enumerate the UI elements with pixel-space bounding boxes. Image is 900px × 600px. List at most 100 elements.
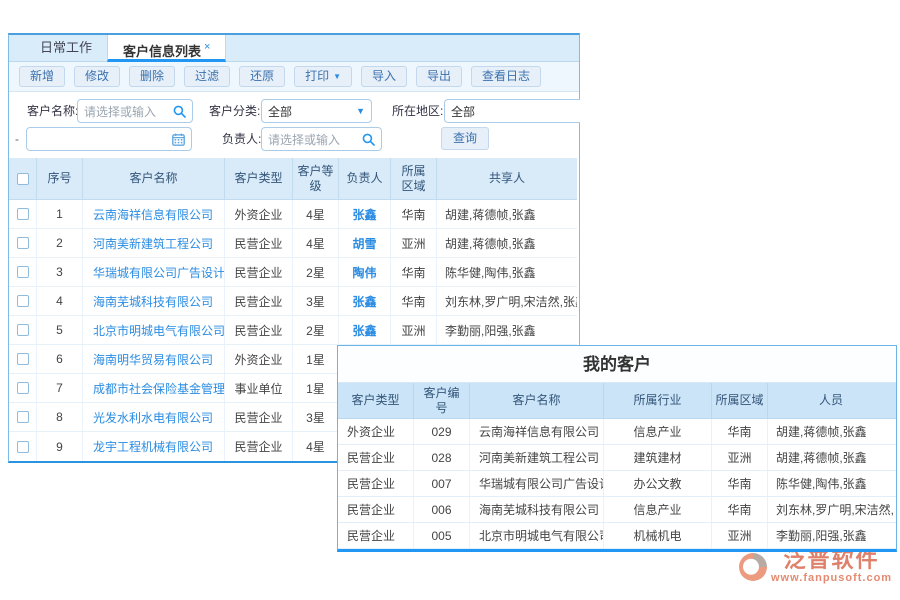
logo-url: www.fanpusoft.com xyxy=(771,572,892,585)
panel-header-region: 所属区域 xyxy=(712,383,768,418)
print-button[interactable]: 打印▼ xyxy=(294,66,352,87)
row-checkbox[interactable] xyxy=(17,295,29,307)
manager-link[interactable]: 张鑫 xyxy=(339,287,391,315)
manager-input[interactable]: 请选择或输入 xyxy=(261,127,382,151)
table-row: 4海南芜城科技有限公司民营企业3星张鑫华南刘东林,罗广明,宋洁然,张鑫 xyxy=(9,287,577,316)
region: 亚洲 xyxy=(391,316,437,344)
row-seq: 9 xyxy=(37,432,83,461)
add-button[interactable]: 新增 xyxy=(19,66,65,87)
row-seq: 6 xyxy=(37,345,83,373)
fanpu-logo-icon xyxy=(737,551,769,588)
panel-staff: 胡建,蒋德帧,张鑫 xyxy=(768,445,894,470)
row-checkbox[interactable] xyxy=(17,324,29,336)
select-all-checkbox[interactable] xyxy=(17,173,29,185)
date-range-separator: - xyxy=(15,127,19,151)
search-icon[interactable] xyxy=(362,133,375,146)
panel-customer-name-link[interactable]: 河南美新建筑工程公司 xyxy=(470,445,604,470)
panel-region: 华南 xyxy=(712,471,768,496)
customer-type: 民营企业 xyxy=(225,403,293,431)
customer-name-link[interactable]: 光发水利水电有限公司 xyxy=(83,403,225,431)
customer-name-link[interactable]: 河南美新建筑工程公司 xyxy=(83,229,225,257)
customer-type: 民营企业 xyxy=(225,258,293,286)
panel-customer-name-link[interactable]: 海南芜城科技有限公司 xyxy=(470,497,604,522)
region-label: 所在地区: xyxy=(392,99,443,123)
edit-button[interactable]: 修改 xyxy=(74,66,120,87)
manager-link[interactable]: 张鑫 xyxy=(339,200,391,228)
panel-customer-name-link[interactable]: 华瑞城有限公司广告设计部 xyxy=(470,471,604,496)
customer-name-input[interactable]: 请选择或输入 xyxy=(77,99,193,123)
panel-customer-code-link[interactable]: 028 xyxy=(414,445,470,470)
customer-name-link[interactable]: 云南海祥信息有限公司 xyxy=(83,200,225,228)
region: 华南 xyxy=(391,200,437,228)
row-checkbox-cell xyxy=(9,403,37,431)
panel-customer-code-link[interactable]: 029 xyxy=(414,419,470,444)
customer-grade: 4星 xyxy=(293,432,339,461)
chevron-down-icon: ▼ xyxy=(333,72,341,81)
panel-customer-code-link[interactable]: 007 xyxy=(414,471,470,496)
customer-table-header: 序号 客户名称 客户类型 客户等级 负责人 所属区域 共享人 xyxy=(9,158,577,200)
customer-name-link[interactable]: 龙宇工程机械有限公司 xyxy=(83,432,225,461)
shared-persons: 刘东林,罗广明,宋洁然,张鑫 xyxy=(437,287,577,315)
panel-customer-name-link[interactable]: 北京市明城电气有限公司 xyxy=(470,523,604,548)
panel-row: 民营企业028河南美新建筑工程公司建筑建材亚洲胡建,蒋德帧,张鑫 xyxy=(338,445,896,471)
select-all-checkbox-cell xyxy=(9,158,37,199)
row-checkbox-cell xyxy=(9,287,37,315)
region: 亚洲 xyxy=(391,229,437,257)
export-button[interactable]: 导出 xyxy=(416,66,462,87)
customer-type: 民营企业 xyxy=(225,316,293,344)
customer-name-link[interactable]: 海南芜城科技有限公司 xyxy=(83,287,225,315)
panel-row: 民营企业007华瑞城有限公司广告设计部办公文教华南陈华健,陶伟,张鑫 xyxy=(338,471,896,497)
row-checkbox[interactable] xyxy=(17,353,29,365)
customer-type: 外资企业 xyxy=(225,200,293,228)
tab-customer-info-list[interactable]: 客户信息列表× xyxy=(107,35,226,62)
row-seq: 7 xyxy=(37,374,83,402)
category-value: 全部 xyxy=(268,103,356,120)
tab-close-icon[interactable]: × xyxy=(204,41,210,53)
row-checkbox[interactable] xyxy=(17,208,29,220)
customer-grade: 4星 xyxy=(293,200,339,228)
panel-customer-code-link[interactable]: 005 xyxy=(414,523,470,548)
header-region: 所属区域 xyxy=(391,158,437,199)
date-input[interactable] xyxy=(26,127,192,151)
view-log-button[interactable]: 查看日志 xyxy=(471,66,541,87)
search-icon[interactable] xyxy=(173,105,186,118)
delete-button[interactable]: 删除 xyxy=(129,66,175,87)
panel-customer-type: 民营企业 xyxy=(338,497,414,522)
region-input[interactable]: 全部 xyxy=(444,99,580,123)
manager-link[interactable]: 陶伟 xyxy=(339,258,391,286)
calendar-icon[interactable] xyxy=(172,133,185,146)
panel-industry: 信息产业 xyxy=(604,497,712,522)
panel-customer-name-link[interactable]: 云南海祥信息有限公司 xyxy=(470,419,604,444)
panel-header-industry: 所属行业 xyxy=(604,383,712,418)
row-checkbox[interactable] xyxy=(17,237,29,249)
row-checkbox[interactable] xyxy=(17,382,29,394)
panel-row: 民营企业006海南芜城科技有限公司信息产业华南刘东林,罗广明,宋洁然,... xyxy=(338,497,896,523)
row-checkbox[interactable] xyxy=(17,411,29,423)
row-checkbox[interactable] xyxy=(17,441,29,453)
import-button[interactable]: 导入 xyxy=(361,66,407,87)
customer-name-link[interactable]: 海南明华贸易有限公司 xyxy=(83,345,225,373)
restore-button[interactable]: 还原 xyxy=(239,66,285,87)
customer-name-link[interactable]: 华瑞城有限公司广告设计部 xyxy=(83,258,225,286)
search-button[interactable]: 查询 xyxy=(441,127,489,150)
table-row: 2河南美新建筑工程公司民营企业4星胡雪亚洲胡建,蒋德帧,张鑫 xyxy=(9,229,577,258)
manager-link[interactable]: 胡雪 xyxy=(339,229,391,257)
panel-staff: 刘东林,罗广明,宋洁然,... xyxy=(768,497,894,522)
customer-name-placeholder: 请选择或输入 xyxy=(84,103,173,120)
panel-row: 民营企业005北京市明城电气有限公司机械机电亚洲李勤丽,阳强,张鑫 xyxy=(338,523,896,549)
customer-name-link[interactable]: 成都市社会保险基金管理... xyxy=(83,374,225,402)
panel-header-staff: 人员 xyxy=(768,383,894,418)
chevron-down-icon[interactable]: ▼ xyxy=(356,106,365,116)
panel-customer-code-link[interactable]: 006 xyxy=(414,497,470,522)
manager-link[interactable]: 张鑫 xyxy=(339,316,391,344)
category-select[interactable]: 全部 ▼ xyxy=(261,99,372,123)
header-seq: 序号 xyxy=(37,158,83,199)
panel-customer-type: 民营企业 xyxy=(338,471,414,496)
filter-button[interactable]: 过滤 xyxy=(184,66,230,87)
row-checkbox[interactable] xyxy=(17,266,29,278)
row-seq: 2 xyxy=(37,229,83,257)
panel-staff: 李勤丽,阳强,张鑫 xyxy=(768,523,894,548)
tab-daily-work[interactable]: 日常工作 xyxy=(25,35,107,62)
customer-name-link[interactable]: 北京市明城电气有限公司 xyxy=(83,316,225,344)
panel-row: 外资企业029云南海祥信息有限公司信息产业华南胡建,蒋德帧,张鑫 xyxy=(338,419,896,445)
